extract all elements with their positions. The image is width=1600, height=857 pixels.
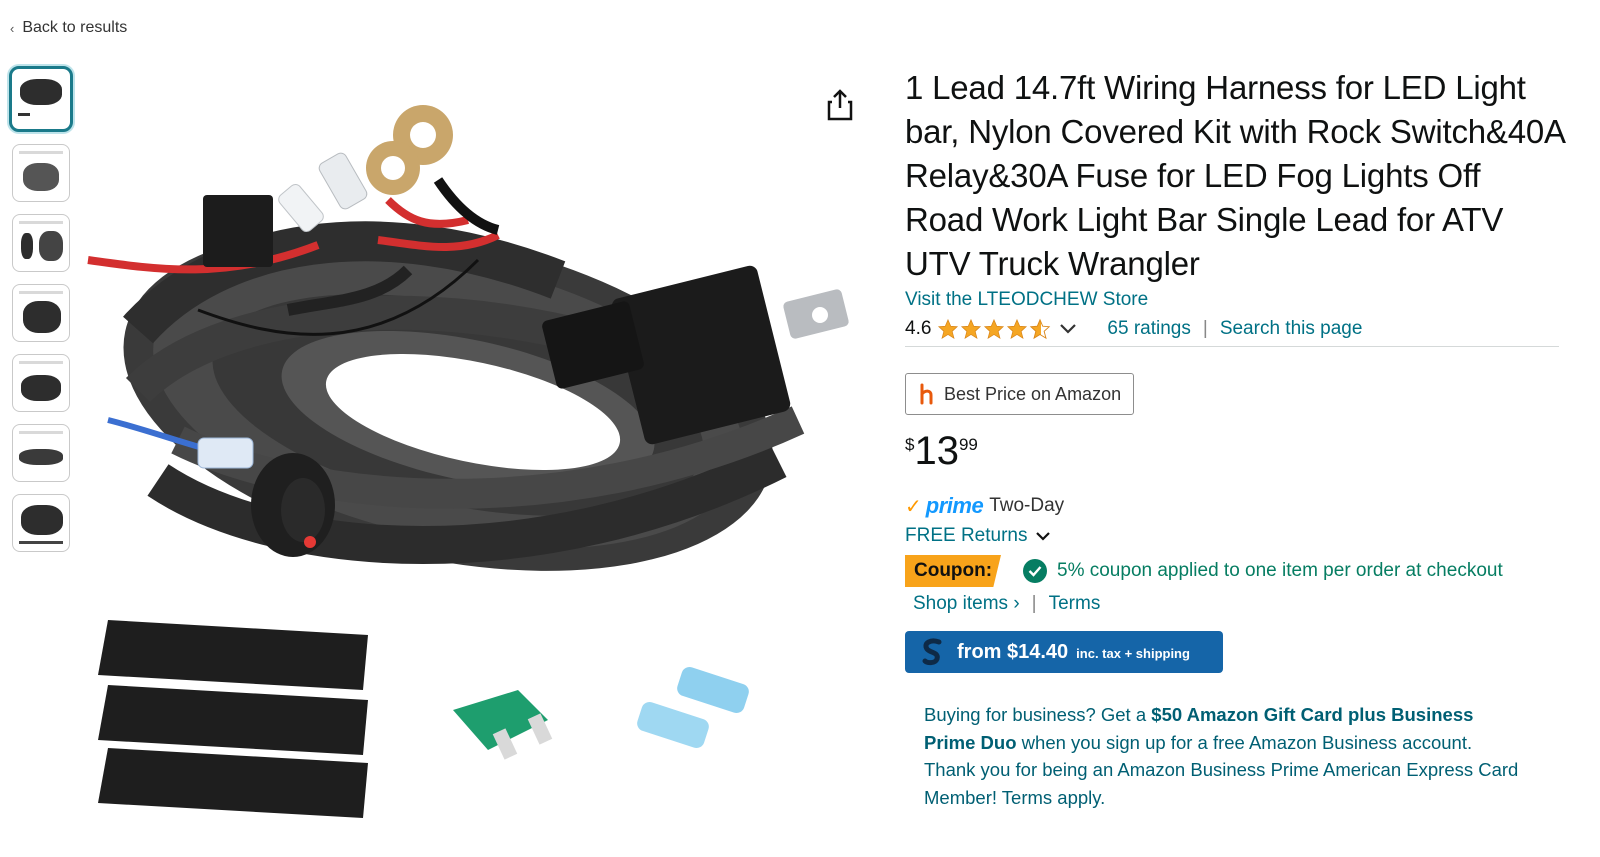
two-day-label: Two-Day <box>989 495 1065 516</box>
coupon-tag: Coupon: <box>905 555 1001 587</box>
thumb-graphic <box>19 449 63 465</box>
thumb-header-bar <box>19 291 63 294</box>
thumb-graphic <box>23 163 59 191</box>
back-to-results-link[interactable]: ‹ Back to results <box>10 19 127 37</box>
best-price-button[interactable]: Best Price on Amazon <box>905 373 1135 415</box>
star-icon <box>984 318 1005 339</box>
spade-connectors-graphic <box>637 666 749 749</box>
product-main-image[interactable] <box>78 60 878 850</box>
chevron-left-icon: ‹ <box>10 20 15 36</box>
rating-value: 4.6 <box>905 318 932 339</box>
thumbnail-6[interactable] <box>12 424 70 482</box>
heat-shrink-tubes-graphic <box>98 620 368 818</box>
thumbnail-strip <box>9 66 73 564</box>
terms-link[interactable]: Terms <box>1049 593 1101 615</box>
thumbnail-3[interactable] <box>12 214 70 272</box>
star-rating[interactable] <box>937 318 1051 340</box>
coupon-row: Coupon: 5% coupon applied to one item pe… <box>905 555 1565 587</box>
blade-fuse-graphic <box>453 690 553 760</box>
business-offer[interactable]: Buying for business? Get a $50 Amazon Gi… <box>924 701 1524 811</box>
prime-logo: prime <box>925 493 984 518</box>
star-icon <box>938 318 959 339</box>
star-icon <box>1007 318 1028 339</box>
chevron-down-icon[interactable] <box>1059 323 1077 335</box>
separator: | <box>1202 318 1208 339</box>
product-title: 1 Lead 14.7ft Wiring Harness for LED Lig… <box>905 69 1565 282</box>
price-fraction: 99 <box>958 435 978 454</box>
thumb-header-bar <box>19 431 63 434</box>
shopping-price-button[interactable]: from $14.40 inc. tax + shipping <box>905 631 1223 673</box>
thumb-header-bar <box>19 221 63 224</box>
half-star-icon <box>1030 318 1051 340</box>
best-price-label: Best Price on Amazon <box>944 383 1122 404</box>
thumbnail-1[interactable] <box>9 66 73 132</box>
separator: | <box>1031 593 1037 614</box>
star-icon <box>961 318 982 339</box>
wiring-harness-graphic <box>87 105 849 571</box>
coupon-links: Shop items › | Terms <box>913 593 1565 615</box>
rating-row: 4.6 65 ratings | Search this page <box>905 316 1565 342</box>
share-icon[interactable] <box>826 88 854 122</box>
shop-items-link[interactable]: Shop items › <box>913 593 1020 615</box>
thumbnail-4[interactable] <box>12 284 70 342</box>
thumb-mark <box>19 541 63 544</box>
chevron-down-icon <box>1036 531 1051 541</box>
thumb-graphic <box>21 505 63 535</box>
price: $ 13 99 <box>905 429 1565 479</box>
product-details-panel: 1 Lead 14.7ft Wiring Harness for LED Lig… <box>905 66 1565 811</box>
divider <box>905 346 1559 347</box>
search-this-page-link[interactable]: Search this page <box>1220 318 1363 340</box>
thumbnail-7[interactable] <box>12 494 70 552</box>
thumb-graphic <box>21 233 33 259</box>
prime-check-icon: ✓ <box>905 495 922 518</box>
thumb-graphic <box>39 231 63 261</box>
harness-thumb-graphic <box>20 79 62 105</box>
thumb-header-bar <box>19 361 63 364</box>
ratings-count-link[interactable]: 65 ratings <box>1107 318 1190 340</box>
check-circle-icon[interactable] <box>1023 559 1047 583</box>
store-link[interactable]: Visit the LTEODCHEW Store <box>905 289 1565 311</box>
thumb-mark <box>18 113 30 116</box>
thumb-graphic <box>21 375 61 401</box>
thumbnail-5[interactable] <box>12 354 70 412</box>
prime-badge: ✓ prime Two-Day <box>905 493 1565 519</box>
back-label: Back to results <box>22 19 128 36</box>
price-symbol: $ <box>905 435 915 454</box>
thumb-graphic <box>23 301 61 333</box>
coupon-applied-text: 5% coupon applied to one item per order … <box>1057 560 1503 581</box>
price-whole: 13 <box>914 429 959 473</box>
tax-note: inc. tax + shipping <box>1076 646 1190 661</box>
honey-logo-icon <box>920 383 933 405</box>
free-returns-label: FREE Returns <box>905 525 1028 546</box>
free-returns-link[interactable]: FREE Returns <box>905 525 1565 547</box>
thumb-header-bar <box>19 151 63 154</box>
from-price-label: from $14.40 <box>957 640 1069 663</box>
s-logo-icon <box>922 638 942 666</box>
business-text-1: Buying for business? Get a <box>924 704 1152 725</box>
thumbnail-2[interactable] <box>12 144 70 202</box>
